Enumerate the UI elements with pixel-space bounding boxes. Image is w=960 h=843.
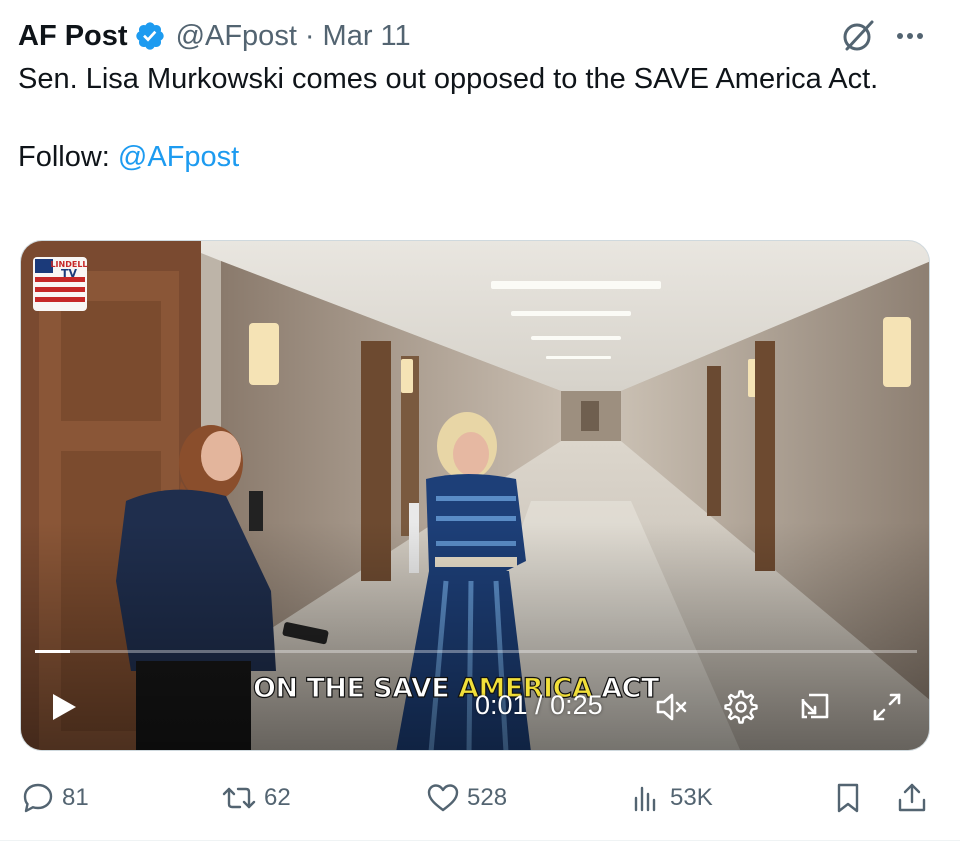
tweet-text: Sen. Lisa Murkowski comes out opposed to… — [18, 63, 879, 95]
tweet-date[interactable]: Mar 11 — [323, 20, 411, 53]
follow-prefix: Follow: — [18, 141, 118, 173]
mute-icon — [656, 693, 687, 721]
duration: 0:25 — [550, 690, 603, 720]
fullscreen-button[interactable] — [867, 687, 907, 727]
picture-in-picture-icon — [801, 693, 829, 719]
play-icon — [53, 694, 76, 720]
views-button[interactable]: 53K — [628, 778, 713, 818]
reply-button[interactable]: 81 — [20, 778, 89, 818]
repost-icon — [222, 787, 256, 809]
bookmark-button[interactable] — [830, 778, 872, 818]
settings-button[interactable] — [721, 687, 761, 727]
mention-link[interactable]: @AFpost — [118, 141, 239, 173]
play-button[interactable] — [43, 687, 83, 727]
fullscreen-icon — [873, 693, 901, 721]
tweet-body: Sen. Lisa Murkowski comes out opposed to… — [18, 60, 938, 177]
bottom-divider — [0, 840, 960, 841]
more-icon[interactable] — [890, 16, 930, 56]
views-bar-chart-icon — [634, 786, 656, 812]
header-separator: · — [304, 19, 315, 52]
tweet-header: AF Post @AFpost · Mar 11 — [18, 16, 411, 56]
tweet-actions: 81 62 528 53K — [0, 778, 960, 818]
author-name[interactable]: AF Post — [18, 20, 128, 53]
verified-badge-icon — [135, 22, 164, 50]
lindell-tv-logo: LINDELL TV — [33, 257, 88, 311]
current-time: 0:01 — [475, 690, 528, 720]
pip-button[interactable] — [795, 687, 835, 727]
share-icon — [898, 783, 926, 812]
bookmark-icon — [837, 783, 859, 813]
repost-button[interactable]: 62 — [220, 778, 291, 818]
like-button[interactable]: 528 — [425, 778, 507, 818]
reply-icon — [23, 783, 53, 813]
video-player[interactable]: LINDELL TV ON THE SAVE AMERICA ACT 0:01 … — [20, 240, 930, 751]
author-handle[interactable]: @AFpost — [176, 20, 297, 53]
time-separator: / — [527, 690, 551, 720]
repost-count: 62 — [264, 784, 291, 811]
settings-gear-icon — [724, 690, 758, 724]
follow-line: Follow: @AFpost — [18, 138, 938, 177]
video-progress-fill — [35, 650, 71, 653]
video-time: 0:01 / 0:25 — [475, 690, 603, 721]
tweet-card: AF Post @AFpost · Mar 11 Sen. Lisa Murko… — [0, 0, 960, 843]
mute-button[interactable] — [651, 687, 691, 727]
reply-count: 81 — [62, 784, 89, 811]
like-count: 528 — [467, 784, 508, 811]
caption-part1: ON THE SAVE — [252, 672, 459, 704]
logo-text-bottom: TV — [61, 267, 78, 280]
view-count: 53K — [670, 784, 713, 811]
heart-icon — [427, 784, 459, 812]
video-progress-bar[interactable] — [35, 650, 917, 653]
grok-icon[interactable] — [838, 16, 878, 56]
share-button[interactable] — [894, 778, 936, 818]
